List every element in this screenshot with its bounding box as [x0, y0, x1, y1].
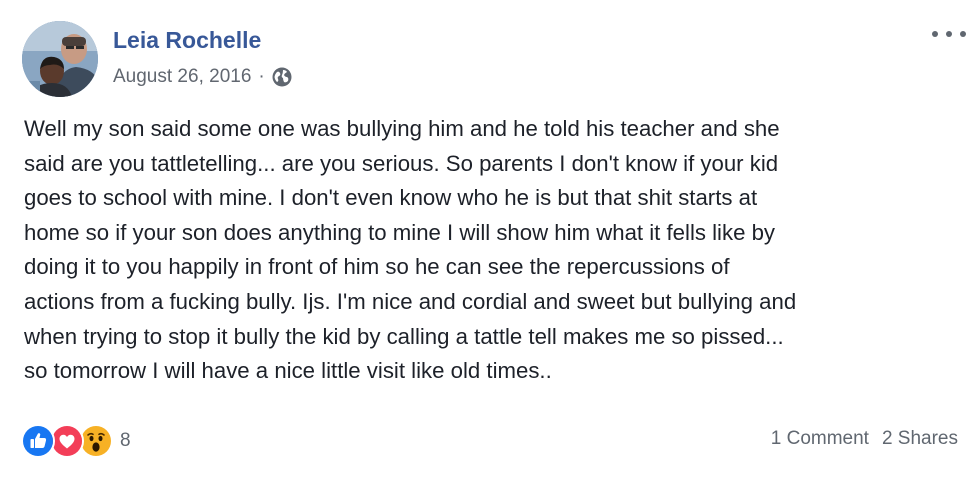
profile-photo	[22, 21, 98, 97]
more-dot	[960, 31, 966, 37]
more-dot	[946, 31, 952, 37]
facebook-post: Leia Rochelle August 26, 2016 · Well my …	[0, 0, 980, 477]
reactions-summary[interactable]: 8	[21, 424, 131, 458]
wow-reaction-icon	[79, 424, 113, 458]
post-body-line: when trying to stop it bully the kid by …	[24, 323, 784, 349]
shares-link[interactable]: 2 Shares	[882, 428, 958, 450]
post-body-line: doing it to you happily in front of him …	[24, 254, 730, 280]
more-dot	[932, 31, 938, 37]
reaction-count: 8	[120, 430, 131, 451]
post-body: Well my son said some one was bullying h…	[24, 112, 964, 389]
post-body-line: goes to school with mine. I don't even k…	[24, 185, 758, 211]
post-body-line: Well my son said some one was bullying h…	[24, 116, 780, 141]
like-reaction-icon	[21, 424, 55, 458]
comments-link[interactable]: 1 Comment	[771, 428, 869, 450]
post-body-line: actions from a fucking bully. Ijs. I'm n…	[24, 288, 797, 314]
avatar[interactable]	[22, 21, 98, 97]
engagement-stats: 1 Comment 2 Shares	[771, 428, 958, 450]
post-meta: August 26, 2016 ·	[113, 66, 293, 88]
more-options-icon[interactable]	[932, 22, 966, 46]
post-body-line: so tomorrow I will have a nice little vi…	[24, 358, 552, 384]
post-body-line: said are you tattletelling... are you se…	[24, 150, 779, 176]
post-body-line: home so if your son does anything to min…	[24, 219, 776, 245]
globe-icon[interactable]	[271, 66, 293, 88]
author-name[interactable]: Leia Rochelle	[113, 27, 261, 54]
post-date[interactable]: August 26, 2016	[113, 66, 251, 88]
love-reaction-icon	[50, 424, 84, 458]
meta-separator: ·	[258, 66, 265, 87]
